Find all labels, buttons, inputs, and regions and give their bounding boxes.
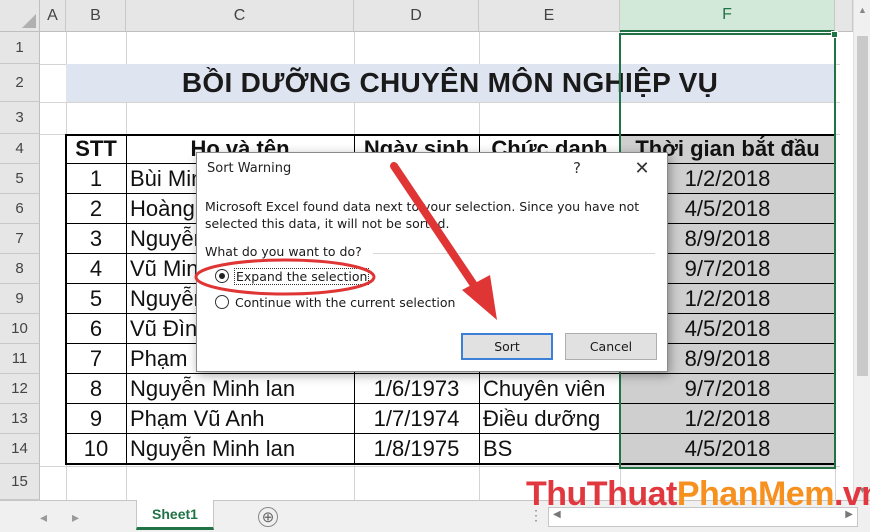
row-header-6[interactable]: 6 bbox=[0, 194, 40, 224]
add-sheet-icon[interactable]: ⊕ bbox=[258, 507, 278, 527]
select-all-triangle-icon bbox=[22, 14, 36, 28]
vertical-scrollbar[interactable]: ▲ ▼ bbox=[853, 0, 870, 500]
row-header-9[interactable]: 9 bbox=[0, 284, 40, 314]
option-continue-label[interactable]: Continue with the current selection bbox=[234, 295, 456, 310]
watermark: ThuThuatPhanMem.vn bbox=[526, 475, 870, 514]
cell-birth-date[interactable]: 1/7/1974 bbox=[354, 404, 479, 434]
cell-stt[interactable]: 9 bbox=[66, 404, 126, 434]
scroll-tabs-left-icon[interactable]: ◂ bbox=[40, 509, 47, 526]
column-header-e[interactable]: E bbox=[479, 0, 620, 32]
watermark-part-3: .vn bbox=[833, 475, 870, 513]
row-header-8[interactable]: 8 bbox=[0, 254, 40, 284]
column-header-c[interactable]: C bbox=[126, 0, 354, 32]
row-header-4[interactable]: 4 bbox=[0, 134, 40, 164]
row-header-5[interactable]: 5 bbox=[0, 164, 40, 194]
select-all-corner[interactable] bbox=[0, 0, 40, 32]
column-header-f[interactable]: F bbox=[620, 0, 835, 32]
row-header-15[interactable]: 15 bbox=[0, 464, 40, 500]
header-stt[interactable]: STT bbox=[66, 134, 126, 164]
column-header-b[interactable]: B bbox=[66, 0, 126, 32]
cell-stt[interactable]: 6 bbox=[66, 314, 126, 344]
sort-button[interactable]: Sort bbox=[461, 333, 553, 360]
dialog-question: What do you want to do? bbox=[205, 244, 362, 259]
cell-stt[interactable]: 10 bbox=[66, 434, 126, 464]
vertical-scroll-thumb[interactable] bbox=[857, 36, 868, 376]
cell-birth-date[interactable]: 1/8/1975 bbox=[354, 434, 479, 464]
radio-unselected-icon[interactable] bbox=[215, 295, 229, 309]
row-header-14[interactable]: 14 bbox=[0, 434, 40, 464]
cell-stt[interactable]: 3 bbox=[66, 224, 126, 254]
column-header-g[interactable] bbox=[835, 0, 853, 32]
row-header-3[interactable]: 3 bbox=[0, 102, 40, 134]
cell-name[interactable]: Nguyễn Minh lan bbox=[126, 374, 354, 404]
cell-birth-date[interactable]: 1/6/1973 bbox=[354, 374, 479, 404]
row-header-7[interactable]: 7 bbox=[0, 224, 40, 254]
group-separator bbox=[373, 253, 655, 254]
sheet-tab-sheet1[interactable]: Sheet1 bbox=[136, 500, 214, 530]
option-expand-label[interactable]: Expand the selection bbox=[234, 267, 370, 285]
scroll-up-arrow-icon[interactable]: ▲ bbox=[854, 2, 870, 18]
cell-position[interactable]: BS bbox=[479, 434, 620, 464]
option-expand-selection[interactable]: Expand the selection bbox=[215, 267, 370, 285]
help-icon[interactable]: ? bbox=[573, 159, 581, 177]
cell-name[interactable]: Nguyễn Minh lan bbox=[126, 434, 354, 464]
row-header-1[interactable]: 1 bbox=[0, 32, 40, 64]
watermark-part-2: PhanMem bbox=[676, 475, 835, 513]
column-header-d[interactable]: D bbox=[354, 0, 479, 32]
close-icon[interactable]: ✕ bbox=[627, 154, 657, 182]
table-border bbox=[65, 134, 67, 465]
scroll-tabs-right-icon[interactable]: ▸ bbox=[72, 509, 79, 526]
cell-name[interactable]: Phạm Vũ Anh bbox=[126, 404, 354, 434]
row-header-13[interactable]: 13 bbox=[0, 404, 40, 434]
sort-warning-dialog: Sort Warning ? ✕ Microsoft Excel found d… bbox=[196, 152, 668, 372]
row-header-12[interactable]: 12 bbox=[0, 374, 40, 404]
radio-selected-icon[interactable] bbox=[215, 269, 229, 283]
cell-stt[interactable]: 7 bbox=[66, 344, 126, 374]
cell-stt[interactable]: 5 bbox=[66, 284, 126, 314]
cell-position[interactable]: Điều dưỡng bbox=[479, 404, 620, 434]
dialog-message: Microsoft Excel found data next to your … bbox=[205, 199, 640, 231]
cell-stt[interactable]: 4 bbox=[66, 254, 126, 284]
cell-stt[interactable]: 8 bbox=[66, 374, 126, 404]
column-header-a[interactable]: A bbox=[40, 0, 66, 32]
row-header-2[interactable]: 2 bbox=[0, 64, 40, 102]
fill-handle[interactable] bbox=[831, 31, 838, 38]
watermark-part-1: ThuThuat bbox=[526, 475, 677, 513]
row-header-11[interactable]: 11 bbox=[0, 344, 40, 374]
cell-position[interactable]: Chuyên viên bbox=[479, 374, 620, 404]
cancel-button[interactable]: Cancel bbox=[565, 333, 657, 360]
table-border bbox=[126, 134, 127, 465]
cell-stt[interactable]: 1 bbox=[66, 164, 126, 194]
row-header-10[interactable]: 10 bbox=[0, 314, 40, 344]
cell-stt[interactable]: 2 bbox=[66, 194, 126, 224]
option-continue-current[interactable]: Continue with the current selection bbox=[215, 293, 456, 311]
dialog-title: Sort Warning bbox=[207, 161, 292, 176]
